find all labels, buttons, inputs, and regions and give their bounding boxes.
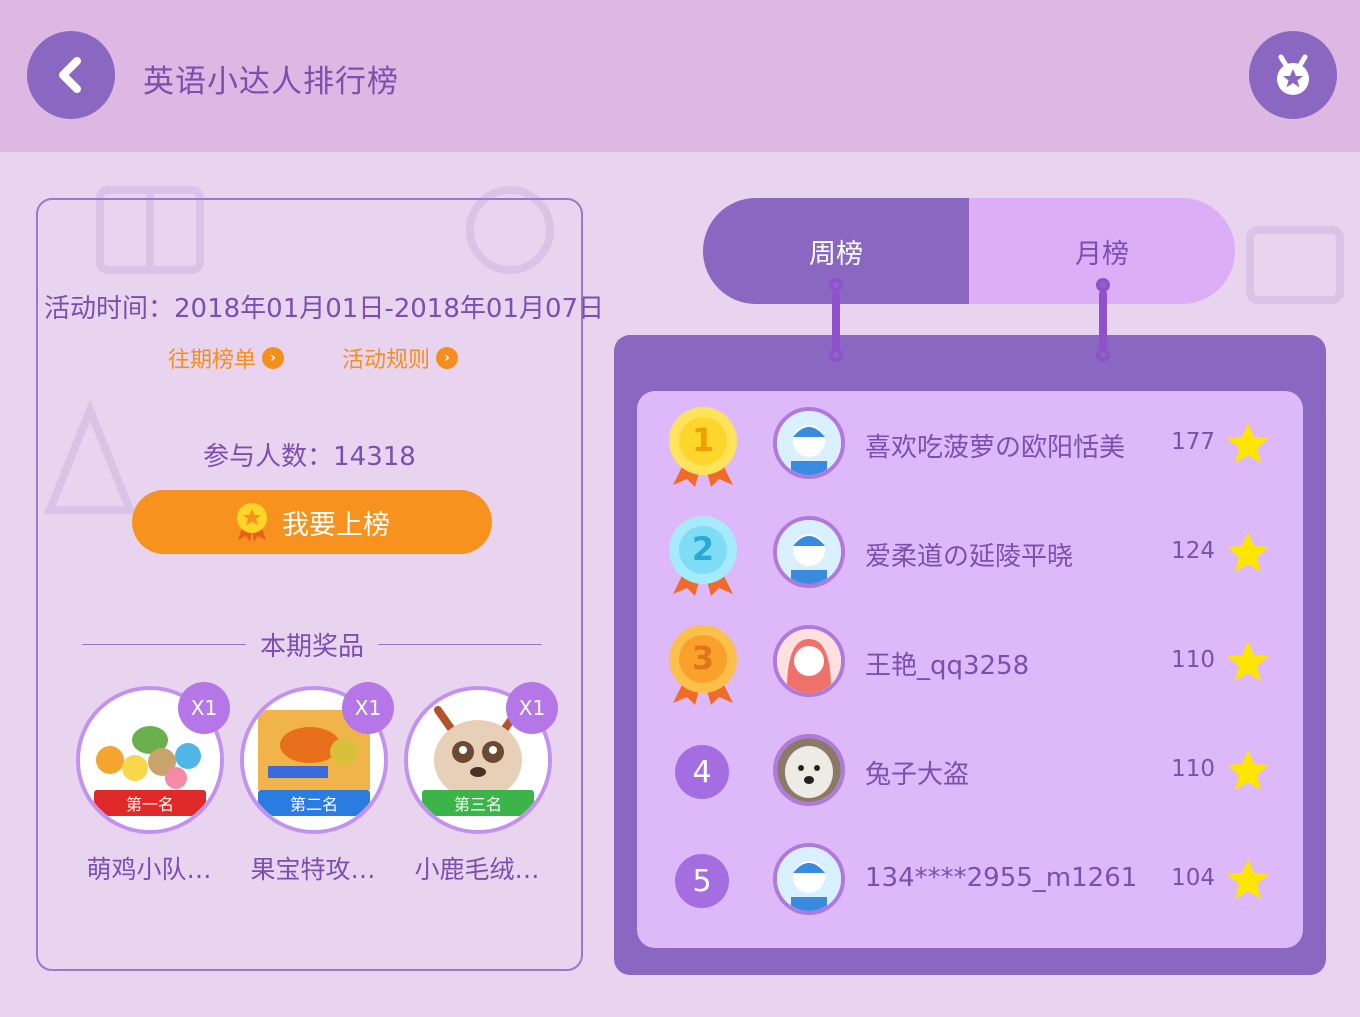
avatar (773, 516, 845, 588)
ranking-list: 1 喜欢吃菠萝の欧阳恬美 177 2 爱柔道の延陵平晓 124 3 王艳_qq3… (637, 391, 1303, 948)
activity-panel: 活动时间：2018年01月01日-2018年01月07日 往期榜单 › 活动规则… (36, 198, 605, 971)
avatar (773, 843, 845, 915)
prize-quantity-badge: X1 (342, 682, 394, 734)
prize-heading: 本期奖品 (82, 626, 543, 663)
rank-number: 3 (691, 639, 715, 677)
user-name: 134****2955_m1261 (865, 863, 1138, 893)
gift-decoration (1246, 226, 1344, 304)
ranking-row[interactable]: 4 兔子大盗 110 (637, 718, 1303, 827)
ranking-row[interactable]: 1 喜欢吃菠萝の欧阳恬美 177 (637, 391, 1303, 500)
prize-rank-ribbon: 第一名 (94, 790, 206, 816)
hanger-ring (1096, 348, 1110, 362)
user-name: 爱柔道の延陵平晓 (865, 542, 1074, 572)
rank-number: 4 (675, 745, 729, 799)
divider (378, 644, 543, 645)
avatar (773, 407, 845, 479)
avatar (773, 625, 845, 697)
user-name: 喜欢吃菠萝の欧阳恬美 (865, 433, 1126, 463)
prize-item[interactable]: 第一名 X1 萌鸡小队… (76, 682, 230, 886)
medal-icon (1277, 54, 1309, 95)
star-icon (1227, 423, 1269, 463)
prize-quantity-badge: X1 (178, 682, 230, 734)
medal-button[interactable] (1249, 31, 1337, 119)
dog-avatar-icon (777, 738, 841, 802)
ranking-tabs: 周榜 月榜 (703, 198, 1235, 304)
hanger (1099, 290, 1107, 356)
arrow-right-icon: › (262, 347, 285, 369)
join-ranking-button[interactable]: 我要上榜 (132, 490, 492, 554)
arrow-right-icon: › (436, 347, 459, 369)
score: 110 (1171, 647, 1215, 673)
score: 124 (1171, 538, 1215, 564)
hanger (832, 290, 840, 356)
prize-item[interactable]: 第三名 X1 小鹿毛绒… (404, 682, 558, 886)
boy-avatar-icon (777, 847, 841, 911)
chevron-left-icon (59, 57, 81, 93)
ranking-row[interactable]: 2 爱柔道の延陵平晓 124 (637, 500, 1303, 609)
star-icon (1227, 532, 1269, 572)
score: 104 (1171, 865, 1215, 891)
prize-quantity-badge: X1 (506, 682, 558, 734)
score: 177 (1171, 429, 1215, 455)
girl-avatar-icon (777, 629, 841, 693)
activity-rules-link[interactable]: 活动规则 › (342, 342, 459, 374)
star-icon (1227, 750, 1269, 790)
past-rankings-label: 往期榜单 (168, 348, 257, 373)
medal-icon (237, 503, 267, 542)
ranking-board: 1 喜欢吃菠萝の欧阳恬美 177 2 爱柔道の延陵平晓 124 3 王艳_qq3… (614, 335, 1326, 975)
prize-rank-ribbon: 第二名 (258, 790, 370, 816)
rank-number: 1 (691, 421, 715, 459)
star-icon (1227, 859, 1269, 899)
star-icon (1227, 641, 1269, 681)
prize-rank-ribbon: 第三名 (422, 790, 534, 816)
rank-number: 2 (691, 530, 715, 568)
join-ranking-label: 我要上榜 (282, 509, 390, 541)
activity-time: 活动时间：2018年01月01日-2018年01月07日 (44, 294, 605, 324)
prize-name: 果宝特攻… (250, 855, 376, 884)
prize-name: 萌鸡小队… (86, 855, 212, 884)
user-name: 兔子大盗 (865, 760, 970, 790)
prize-name: 小鹿毛绒… (414, 855, 540, 884)
boy-avatar-icon (777, 520, 841, 584)
back-button[interactable] (27, 31, 115, 119)
prize-item[interactable]: 第二名 X1 果宝特攻… (240, 682, 394, 886)
participant-count: 参与人数：14318 (203, 442, 416, 472)
divider (82, 644, 246, 645)
boy-avatar-icon (777, 411, 841, 475)
ranking-row[interactable]: 5 134****2955_m1261 104 (637, 827, 1303, 936)
ranking-row[interactable]: 3 王艳_qq3258 110 (637, 609, 1303, 718)
score: 110 (1171, 756, 1215, 782)
past-rankings-link[interactable]: 往期榜单 › (168, 342, 285, 374)
user-name: 王艳_qq3258 (865, 651, 1030, 681)
rank-number: 5 (675, 854, 729, 908)
avatar (773, 734, 845, 806)
activity-rules-label: 活动规则 (342, 348, 431, 373)
prize-heading-label: 本期奖品 (260, 632, 365, 662)
hanger-ring (829, 348, 843, 362)
page-title: 英语小达人排行榜 (143, 64, 399, 100)
